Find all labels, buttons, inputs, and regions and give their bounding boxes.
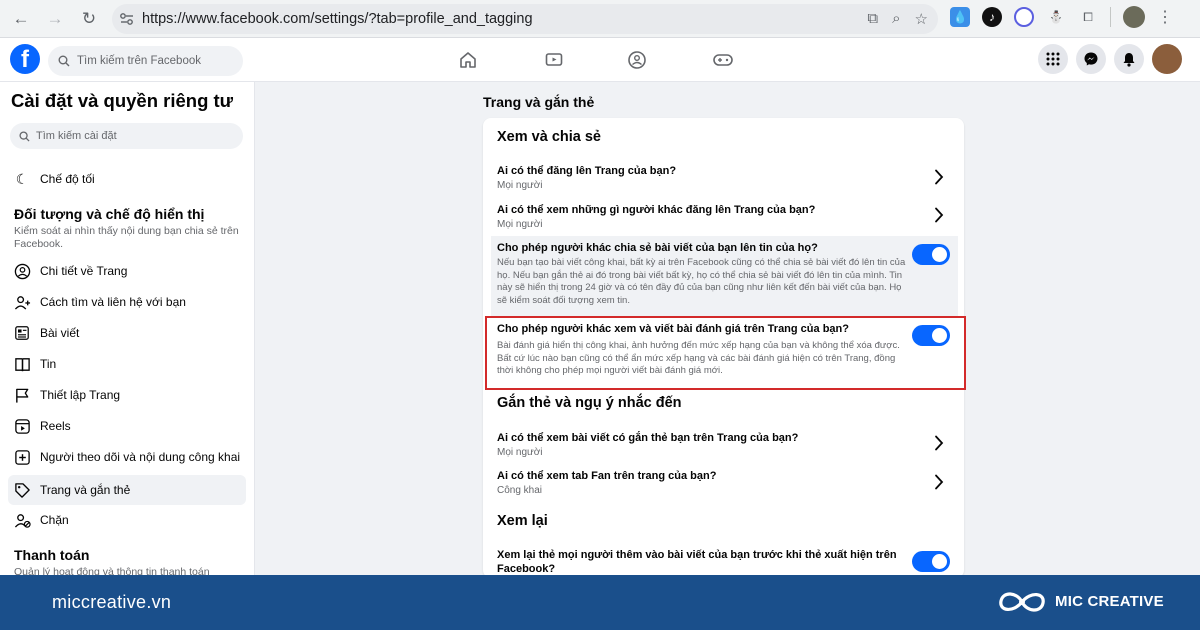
sidebar-section-audience: Đối tượng và chế độ hiển thị xyxy=(14,206,205,222)
home-icon[interactable] xyxy=(458,50,478,70)
section-heading-tagging: Gắn thẻ và ngụ ý nhắc đến xyxy=(497,395,682,411)
account-avatar[interactable] xyxy=(1152,44,1182,74)
search-placeholder: Tìm kiếm trên Facebook xyxy=(77,55,201,67)
sidebar-item-label: Thiết lập Trang xyxy=(40,388,121,402)
sidebar-item-label: Người theo dõi và nội dung công khai xyxy=(40,450,241,464)
setting-tagged-posts-title[interactable]: Ai có thể xem bài viết có gắn thẻ bạn tr… xyxy=(497,431,907,445)
setting-review-tags-title: Xem lại thẻ mọi người thêm vào bài viết … xyxy=(497,549,897,575)
setting-tagged-posts-value: Mọi người xyxy=(497,447,543,458)
extensions-puzzle-icon[interactable]: ⧠ xyxy=(1078,7,1098,27)
groups-icon[interactable] xyxy=(627,50,647,70)
section-heading-view-share: Xem và chia sẻ xyxy=(497,129,601,145)
sidebar-section-payment: Thanh toán xyxy=(14,547,90,563)
settings-search-placeholder: Tìm kiếm cài đặt xyxy=(36,130,117,142)
reels-icon xyxy=(13,417,31,435)
chevron-right-icon[interactable] xyxy=(932,169,946,185)
sidebar-item-stories[interactable]: Tin xyxy=(8,349,246,379)
search-icon xyxy=(58,55,70,67)
video-icon[interactable] xyxy=(544,50,564,70)
setting-who-can-post-title[interactable]: Ai có thể đăng lên Trang của bạn? xyxy=(497,164,907,178)
sidebar-item-label: Chi tiết về Trang xyxy=(40,264,128,278)
sidebar-item-label: Chế độ tối xyxy=(40,172,95,186)
facebook-search-input[interactable]: Tìm kiếm trên Facebook xyxy=(48,46,243,76)
menu-grid-icon[interactable] xyxy=(1038,44,1068,74)
setting-who-can-post-value: Mọi người xyxy=(497,180,543,191)
chevron-right-icon[interactable] xyxy=(932,207,946,223)
messenger-icon[interactable] xyxy=(1076,44,1106,74)
settings-sidebar: Cài đặt và quyền riêng tư Tìm kiếm cài đ… xyxy=(0,82,255,575)
toolbar-divider xyxy=(1110,7,1111,27)
sidebar-section-audience-desc: Kiểm soát ai nhìn thấy nội dung bạn chia… xyxy=(14,225,239,250)
chevron-right-icon[interactable] xyxy=(932,474,946,490)
logo-letter: f xyxy=(21,46,29,73)
page-title: Trang và gắn thẻ xyxy=(483,94,595,110)
url-text[interactable]: https://www.facebook.com/settings/?tab=p… xyxy=(142,11,533,27)
toggle-knob xyxy=(932,247,947,262)
site-info-icon[interactable] xyxy=(112,12,142,26)
back-icon[interactable]: ← xyxy=(8,6,34,32)
setting-who-can-see-others-posts-value: Mọi người xyxy=(497,219,543,230)
setting-share-to-story-title: Cho phép người khác chia sẻ bài viết của… xyxy=(497,242,818,254)
sidebar-item-followers[interactable]: Người theo dõi và nội dung công khai xyxy=(8,442,246,472)
sidebar-item-posts[interactable]: Bài viết xyxy=(8,318,246,348)
search-icon xyxy=(19,130,30,142)
facebook-header: f Tìm kiếm trên Facebook xyxy=(0,38,1200,82)
extension-tiktok-icon[interactable]: ♪ xyxy=(982,7,1002,27)
settings-search-input[interactable]: Tìm kiếm cài đặt xyxy=(10,123,243,149)
setting-share-to-story-desc: Nếu bạn tạo bài viết công khai, bất kỳ a… xyxy=(497,257,906,306)
plus-square-icon xyxy=(13,448,31,466)
bookmark-star-icon[interactable]: ☆ xyxy=(915,10,928,28)
footer-brand-name: MIC CREATIVE xyxy=(1055,593,1164,610)
share-to-story-toggle[interactable] xyxy=(912,244,950,265)
sidebar-item-find-contact[interactable]: Cách tìm và liên hệ với bạn xyxy=(8,287,246,317)
tag-icon xyxy=(13,481,31,499)
sidebar-item-label: Cách tìm và liên hệ với bạn xyxy=(40,295,186,309)
browser-toolbar: ← → ↻ https://www.facebook.com/settings/… xyxy=(0,0,1200,38)
gaming-icon[interactable] xyxy=(712,50,734,70)
install-app-icon[interactable]: ⧉ xyxy=(867,10,878,28)
moon-icon: ☾ xyxy=(15,170,29,187)
sidebar-section-payment-desc: Quản lý hoạt động và thông tin thanh toá… xyxy=(14,566,210,575)
sidebar-item-label: Trang và gắn thẻ xyxy=(40,483,131,497)
highlight-box xyxy=(485,316,966,390)
sidebar-item-pages-tagging[interactable]: Trang và gắn thẻ xyxy=(8,475,246,505)
address-bar[interactable]: https://www.facebook.com/settings/?tab=p… xyxy=(112,4,938,34)
facebook-logo-icon[interactable]: f xyxy=(10,44,40,74)
sidebar-item-label: Reels xyxy=(40,419,71,433)
sidebar-item-page-details[interactable]: Chi tiết về Trang xyxy=(8,256,246,286)
review-tags-toggle[interactable] xyxy=(912,551,950,572)
sidebar-item-label: Tin xyxy=(40,357,57,371)
sidebar-item-blocking[interactable]: Chặn xyxy=(8,505,246,535)
forward-icon[interactable]: → xyxy=(42,6,68,32)
user-plus-icon xyxy=(13,293,31,311)
chevron-right-icon[interactable] xyxy=(932,435,946,451)
sidebar-item-reels[interactable]: Reels xyxy=(8,411,246,441)
flag-icon xyxy=(13,386,31,404)
post-icon xyxy=(13,324,31,342)
sidebar-item-label: Bài viết xyxy=(40,326,80,340)
mic-creative-logo-icon xyxy=(999,592,1045,612)
zoom-icon[interactable]: ⌕ xyxy=(892,10,900,28)
sidebar-item-label: Chặn xyxy=(40,513,69,527)
extension-circle-icon[interactable] xyxy=(1014,7,1034,27)
user-circle-icon xyxy=(13,262,31,280)
brand-footer: miccreative.vn MIC CREATIVE xyxy=(0,575,1200,630)
menu-kebab-icon[interactable]: ⋮ xyxy=(1157,7,1173,27)
notifications-bell-icon[interactable] xyxy=(1114,44,1144,74)
reload-icon[interactable]: ↻ xyxy=(76,6,102,32)
setting-who-can-see-others-posts-title[interactable]: Ai có thể xem những gì người khác đăng l… xyxy=(497,203,907,217)
extension-drop-icon[interactable]: 💧 xyxy=(950,7,970,27)
section-heading-review: Xem lại xyxy=(497,513,548,529)
sidebar-title: Cài đặt và quyền riêng tư xyxy=(11,90,234,111)
extension-spy-icon[interactable]: ⛄ xyxy=(1046,7,1066,27)
block-user-icon xyxy=(13,511,31,529)
footer-site-url: miccreative.vn xyxy=(52,592,172,612)
toggle-knob xyxy=(932,554,947,569)
sidebar-item-dark-mode[interactable]: ☾ Chế độ tối xyxy=(8,164,246,194)
setting-fan-tab-title[interactable]: Ai có thể xem tab Fan trên trang của bạn… xyxy=(497,469,907,483)
book-open-icon xyxy=(13,355,31,373)
sidebar-item-page-setup[interactable]: Thiết lập Trang xyxy=(8,380,246,410)
setting-fan-tab-value: Công khai xyxy=(497,485,543,496)
profile-avatar[interactable] xyxy=(1123,6,1145,28)
